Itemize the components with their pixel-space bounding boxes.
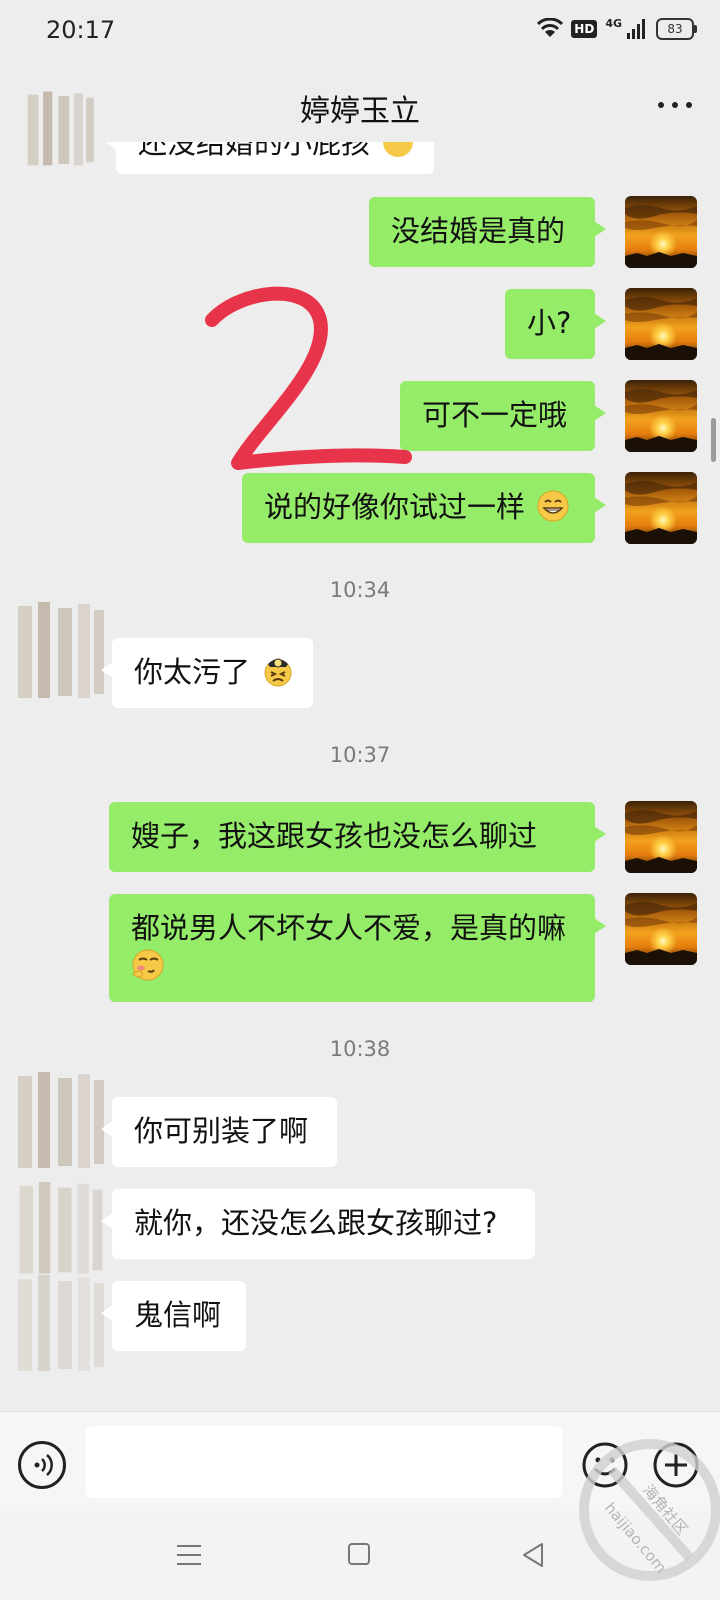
battery-indicator: 83 [656, 18, 697, 40]
signal-icon [627, 19, 645, 39]
contact-avatar[interactable] [8, 1068, 112, 1176]
my-avatar[interactable] [625, 288, 697, 360]
more-options-icon[interactable] [658, 98, 692, 112]
contact-avatar[interactable] [8, 1180, 112, 1280]
message-text: 你可别装了啊 [134, 1114, 309, 1148]
recent-apps-icon[interactable] [176, 1543, 202, 1567]
message-text: 没结婚是真的 [391, 214, 566, 248]
message-text: 说的好像你试过一样 [264, 490, 526, 524]
message-outgoing[interactable]: 没结婚是真的 [369, 197, 606, 267]
message-outgoing[interactable]: 小? [505, 289, 606, 359]
voice-input-button[interactable] [18, 1441, 66, 1489]
nav-back-icon[interactable] [520, 1541, 546, 1569]
contact-avatar[interactable] [8, 1270, 112, 1380]
message-outgoing[interactable]: 嫂子，我这跟女孩也没怎么聊过 [109, 802, 606, 872]
message-timestamp: 10:38 [329, 1037, 391, 1061]
my-avatar[interactable] [625, 196, 697, 268]
message-incoming[interactable]: 你太污了 [101, 638, 313, 708]
my-avatar[interactable] [625, 893, 697, 965]
message-timestamp: 10:37 [329, 743, 391, 767]
message-incoming[interactable]: 就你，还没怎么跟女孩聊过? [101, 1189, 535, 1259]
my-avatar[interactable] [625, 801, 697, 873]
home-icon[interactable] [348, 1543, 370, 1565]
grinning-emoji-icon [537, 490, 569, 522]
voice-icon [34, 1454, 53, 1476]
message-incoming[interactable]: 你可别装了啊 [101, 1097, 337, 1167]
contact-avatar[interactable] [8, 600, 112, 704]
status-icons: HD 4G 83 [537, 16, 697, 40]
message-text: 你太污了 [134, 655, 251, 689]
scrollbar-thumb[interactable] [711, 418, 716, 462]
message-text: 可不一定哦 [422, 398, 568, 432]
contact-avatar[interactable] [8, 90, 112, 170]
message-input[interactable] [86, 1426, 562, 1498]
message-timestamp: 10:34 [329, 578, 391, 602]
status-time: 20:17 [46, 16, 116, 44]
my-avatar[interactable] [625, 380, 697, 452]
message-text: 就你，还没怎么跟女孩聊过? [134, 1206, 498, 1240]
status-bar: 20:17 HD 4G 83 [0, 0, 720, 62]
shy-emoji-icon [132, 949, 164, 981]
message-outgoing[interactable]: 都说男人不坏女人不爱，是真的嘛 [109, 894, 606, 1002]
message-text: 鬼信啊 [134, 1298, 222, 1332]
my-avatar[interactable] [625, 472, 697, 544]
handwritten-number-annotation: 2 [205, 286, 412, 470]
wifi-icon [537, 18, 564, 37]
message-text: 小? [527, 306, 572, 340]
message-outgoing[interactable]: 可不一定哦 [400, 381, 606, 451]
message-text: 都说男人不坏女人不爱，是真的嘛 [131, 911, 567, 945]
message-incoming[interactable]: 鬼信啊 [101, 1281, 246, 1351]
hd-badge: HD [571, 20, 598, 38]
message-text: 嫂子，我这跟女孩也没怎么聊过 [131, 819, 538, 853]
network-type-label: 4G [605, 16, 622, 30]
site-watermark-logo: 海角社区 haijiao.com [579, 1439, 720, 1581]
sweating-emoji-icon [264, 658, 292, 687]
